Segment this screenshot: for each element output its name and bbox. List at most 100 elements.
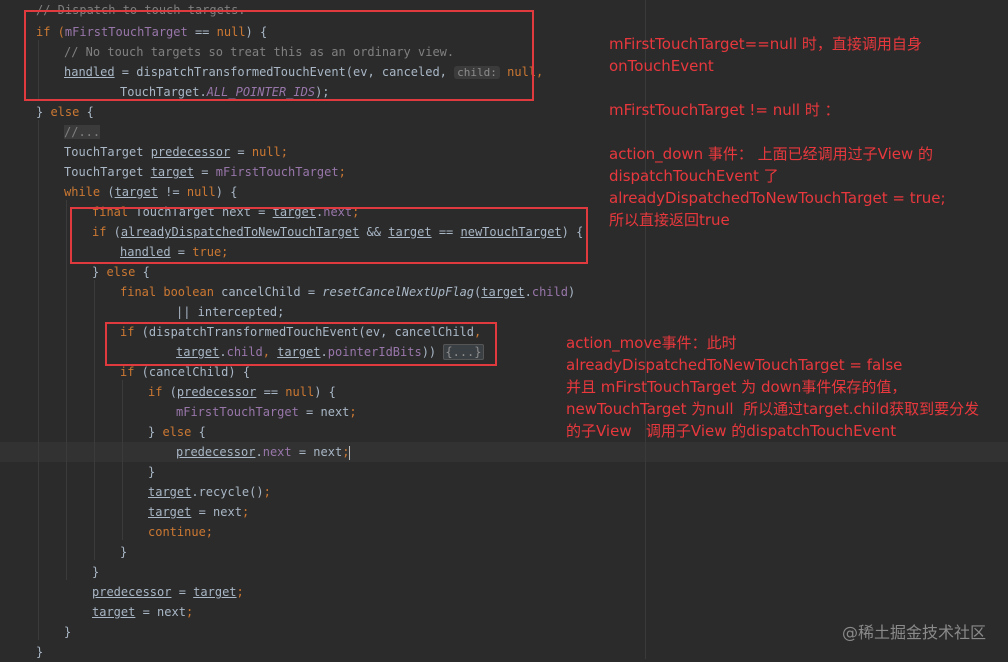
operator: = <box>230 145 252 159</box>
code-line-23: predecessor.next = next; <box>176 442 351 462</box>
variable: target <box>148 485 192 499</box>
punctuation: ; <box>263 485 271 499</box>
paren: ( <box>162 385 177 399</box>
variable: predecessor <box>176 385 257 399</box>
punctuation: ; <box>280 145 289 159</box>
code-line-25: target.recycle(); <box>148 482 271 502</box>
keyword: else <box>162 425 192 439</box>
highlight-box-already-dispatched <box>70 207 588 264</box>
variable: target <box>148 505 192 519</box>
variable: predecessor <box>150 145 231 159</box>
brace: } <box>64 625 72 639</box>
text-caret <box>349 445 351 460</box>
annotation-note-1: mFirstTouchTarget==null 时，直接调用自身 onTouch… <box>609 35 946 229</box>
punctuation: ; <box>185 605 194 619</box>
keyword: if <box>120 365 135 379</box>
keyword: else <box>50 105 80 119</box>
code-line-24: } <box>148 462 155 482</box>
punctuation: , <box>536 65 544 79</box>
punctuation: . <box>255 445 263 459</box>
highlight-box-null-target <box>24 10 534 101</box>
keyword: null <box>251 145 281 159</box>
punctuation: ; <box>338 165 346 179</box>
variable: target <box>92 605 136 619</box>
folded-comment[interactable]: //... <box>64 125 101 139</box>
operator: != <box>157 185 187 199</box>
brace: { <box>191 425 206 439</box>
type: TouchTarget <box>64 165 151 179</box>
code-text: cancelChild = <box>213 285 323 299</box>
brace: } <box>36 645 44 659</box>
field-ref: mFirstTouchTarget <box>176 405 299 419</box>
variable: target <box>481 285 525 299</box>
variable: predecessor <box>92 585 172 599</box>
code-line-10: while (target != null) { <box>64 182 237 202</box>
method-call: .recycle() <box>191 485 264 499</box>
variable: target <box>114 185 158 199</box>
field-ref: child <box>531 285 568 299</box>
field-ref: next <box>262 445 292 459</box>
code-line-6: } else { <box>36 102 94 122</box>
keyword: else <box>106 265 136 279</box>
annotation-note-2: action_move事件：此时 alreadyDispatchedToNewT… <box>566 334 980 440</box>
brace: } <box>148 425 163 439</box>
keyword: if <box>148 385 163 399</box>
code-line-9: TouchTarget target = mFirstTouchTarget; <box>64 162 346 182</box>
punctuation: ; <box>241 505 250 519</box>
code-line-15: final boolean cancelChild = resetCancelN… <box>120 282 575 302</box>
code-line-32: } <box>64 622 71 642</box>
current-line-highlight <box>0 442 1008 462</box>
punctuation: . <box>524 285 532 299</box>
code-line-16: || intercepted; <box>176 302 284 322</box>
punctuation: ; <box>236 585 244 599</box>
code-line-20: if (predecessor == null) { <box>148 382 336 402</box>
indent-guide <box>94 280 95 560</box>
keyword: final boolean <box>120 285 214 299</box>
variable: target <box>150 165 195 179</box>
code-line-14: } else { <box>92 262 150 282</box>
keyword: null <box>186 185 216 199</box>
code-line-27: continue; <box>148 522 213 542</box>
indent-guide <box>38 120 39 640</box>
paren: ( <box>100 185 115 199</box>
field-ref: mFirstTouchTarget <box>215 165 339 179</box>
code-text: = next <box>298 405 350 419</box>
code-line-7: //... <box>64 122 101 142</box>
code-text: (cancelChild) { <box>134 365 251 379</box>
watermark: @稀土掘金技术社区 <box>841 623 986 642</box>
code-text: = next <box>191 505 242 519</box>
keyword: while <box>64 185 101 199</box>
code-text: = next <box>135 605 186 619</box>
code-editor[interactable]: // Dispatch to touch targets. if (mFirst… <box>0 0 1008 659</box>
brace: { <box>79 105 94 119</box>
operator: = <box>171 585 194 599</box>
code-text: || intercepted; <box>176 305 285 319</box>
operator: == <box>256 385 286 399</box>
brace: } <box>92 565 100 579</box>
punctuation: ; <box>349 405 357 419</box>
code-line-21: mFirstTouchTarget = next; <box>176 402 357 422</box>
variable: target <box>193 585 237 599</box>
code-line-8: TouchTarget predecessor = null; <box>64 142 288 162</box>
brace: { <box>135 265 150 279</box>
keyword: null <box>285 385 315 399</box>
brace: } <box>36 105 51 119</box>
keyword: continue <box>148 525 206 539</box>
code-text: = next <box>291 445 343 459</box>
indent-guide <box>122 380 123 540</box>
punctuation: ; <box>205 525 214 539</box>
punctuation: ; <box>342 445 350 459</box>
code-line-31: target = next; <box>92 602 193 622</box>
code-line-22: } else { <box>148 422 206 442</box>
variable: predecessor <box>176 445 256 459</box>
code-line-28: } <box>120 542 127 562</box>
code-line-33: } <box>36 642 43 662</box>
brace: ) { <box>215 185 238 199</box>
brace: } <box>92 265 107 279</box>
type: TouchTarget <box>64 145 151 159</box>
code-line-30: predecessor = target; <box>92 582 244 602</box>
brace: ) { <box>314 385 336 399</box>
code-line-26: target = next; <box>148 502 249 522</box>
highlight-box-dispatch-child <box>105 322 497 366</box>
operator: = <box>194 165 216 179</box>
